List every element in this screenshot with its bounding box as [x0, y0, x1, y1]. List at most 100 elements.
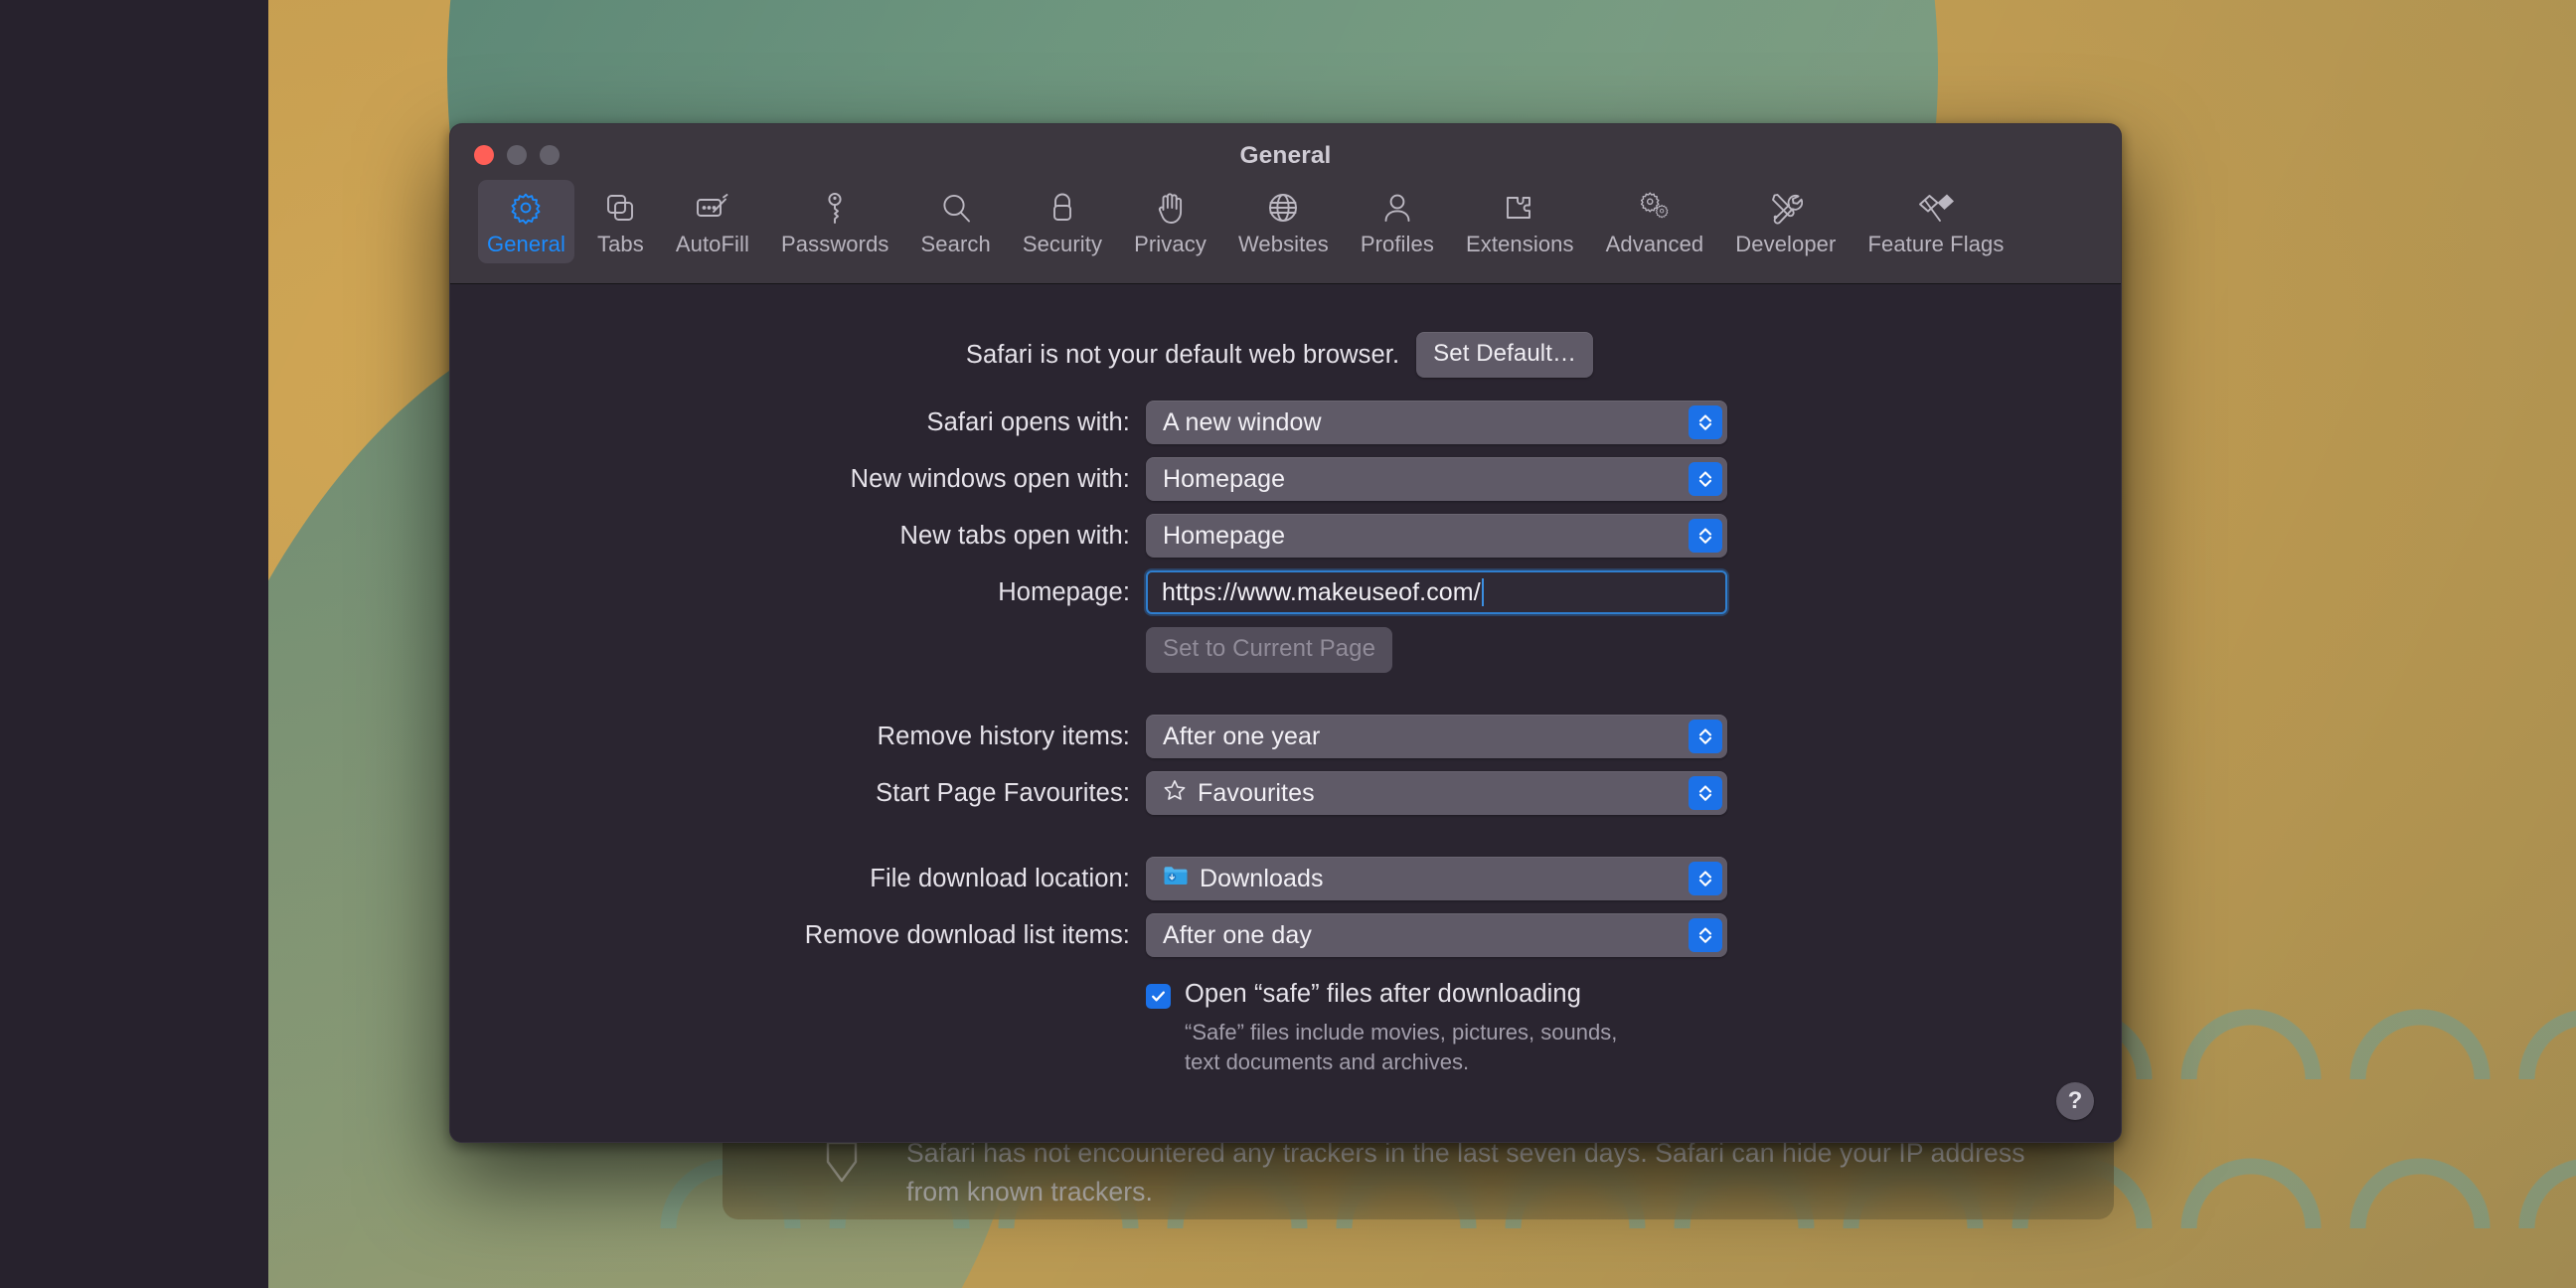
- open-safe-files-checkbox[interactable]: [1146, 984, 1171, 1009]
- globe-icon: [1266, 187, 1300, 229]
- window-title: General: [1239, 142, 1332, 169]
- set-default-button[interactable]: Set Default…: [1416, 332, 1594, 378]
- file-download-location-select[interactable]: Downloads: [1146, 857, 1727, 900]
- tab-tabs[interactable]: Tabs: [588, 180, 653, 263]
- tab-label: Advanced: [1605, 232, 1704, 256]
- row-set-current-page: Set to Current Page: [450, 627, 2121, 673]
- label-spacer: [450, 627, 1146, 673]
- downloads-folder-icon: [1163, 865, 1189, 893]
- chevron-updown-icon[interactable]: [1689, 405, 1722, 439]
- tab-label: Extensions: [1465, 232, 1574, 256]
- row-label: File download location:: [870, 864, 1130, 892]
- chevron-updown-icon[interactable]: [1689, 519, 1722, 553]
- text-caret: [1481, 578, 1484, 606]
- row-safari-opens-with: Safari opens with: A new window: [450, 401, 2121, 444]
- desktop: Safari has not encountered any trackers …: [0, 0, 2576, 1288]
- general-settings-form: Safari opens with: A new window New wind…: [450, 401, 2121, 1078]
- tab-label: Passwords: [781, 232, 889, 256]
- default-browser-message: Safari is not your default web browser.: [965, 340, 1400, 369]
- tab-label: Profiles: [1360, 232, 1434, 256]
- tab-passwords[interactable]: Passwords: [772, 180, 898, 263]
- magnifier-icon: [940, 187, 972, 229]
- select-value: Homepage: [1163, 464, 1286, 493]
- row-label: New windows open with:: [850, 464, 1130, 493]
- tab-privacy[interactable]: Privacy: [1125, 180, 1215, 263]
- tab-feature-flags[interactable]: Feature Flags: [1858, 180, 2012, 263]
- key-icon: [823, 187, 847, 229]
- row-remove-history-items: Remove history items: After one year: [450, 715, 2121, 758]
- tab-label: Security: [1022, 232, 1103, 256]
- tab-general[interactable]: General: [478, 180, 574, 263]
- safe-files-help-line-1: “Safe” files include movies, pictures, s…: [1185, 1020, 1618, 1045]
- tools-icon: [1769, 187, 1803, 229]
- gears-icon: [1637, 187, 1673, 229]
- row-label: New tabs open with:: [899, 521, 1130, 550]
- select-value: A new window: [1163, 407, 1322, 436]
- new-tabs-open-with-select[interactable]: Homepage: [1146, 514, 1727, 558]
- tab-developer[interactable]: Developer: [1726, 180, 1845, 263]
- window-toolbar: General General Tabs AutoFill Passwords …: [450, 124, 2121, 284]
- row-new-windows-open-with: New windows open with: Homepage: [450, 457, 2121, 501]
- help-button[interactable]: ?: [2056, 1082, 2094, 1120]
- open-safe-files-label: Open “safe” files after downloading: [1185, 980, 1581, 1008]
- row-label: Start Page Favourites:: [876, 778, 1130, 807]
- select-value: After one year: [1163, 722, 1321, 750]
- safari-settings-window[interactable]: General General Tabs AutoFill Passwords …: [449, 123, 2122, 1143]
- new-windows-open-with-select[interactable]: Homepage: [1146, 457, 1727, 501]
- row-open-safe-files: Open “safe” files after downloading “Saf…: [450, 980, 2121, 1078]
- row-label: Safari opens with:: [926, 407, 1130, 436]
- safe-files-help-text: “Safe” files include movies, pictures, s…: [1185, 1018, 1617, 1078]
- set-to-current-page-button[interactable]: Set to Current Page: [1146, 627, 1393, 673]
- remove-history-items-select[interactable]: After one year: [1146, 715, 1727, 758]
- puzzle-icon: [1503, 187, 1536, 229]
- settings-tab-bar: General Tabs AutoFill Passwords Search S…: [474, 180, 2105, 263]
- tab-label: Search: [920, 232, 991, 256]
- person-icon: [1382, 187, 1412, 229]
- tab-profiles[interactable]: Profiles: [1352, 180, 1443, 263]
- tab-websites[interactable]: Websites: [1229, 180, 1338, 263]
- chevron-updown-icon[interactable]: [1689, 462, 1722, 496]
- autofill-icon: [695, 187, 730, 229]
- tab-extensions[interactable]: Extensions: [1457, 180, 1583, 263]
- tab-label: Privacy: [1134, 232, 1207, 256]
- settings-content-panel: Safari is not your default web browser. …: [450, 284, 2121, 1142]
- chevron-updown-icon[interactable]: [1689, 776, 1722, 810]
- chevron-updown-icon[interactable]: [1689, 862, 1722, 895]
- row-start-page-favourites: Start Page Favourites: Favourites: [450, 771, 2121, 815]
- shield-icon: [826, 1141, 858, 1183]
- row-file-download-location: File download location: Downloads: [450, 857, 2121, 900]
- homepage-input[interactable]: https://www.makeuseof.com/: [1146, 570, 1727, 614]
- row-label: Homepage:: [998, 577, 1130, 606]
- tab-security[interactable]: Security: [1014, 180, 1111, 263]
- star-icon: [1163, 778, 1187, 809]
- row-label: Remove download list items:: [804, 920, 1130, 949]
- tab-search[interactable]: Search: [912, 180, 1000, 263]
- select-value: Homepage: [1163, 521, 1286, 550]
- privacy-report-text: Safari has not encountered any trackers …: [906, 1138, 2025, 1207]
- start-page-favourites-select[interactable]: Favourites: [1146, 771, 1727, 815]
- flags-icon: [1916, 187, 1956, 229]
- tab-autofill[interactable]: AutoFill: [667, 180, 758, 263]
- label-spacer: [450, 980, 1146, 1078]
- select-value: After one day: [1163, 920, 1313, 949]
- tab-label: Feature Flags: [1867, 232, 2005, 256]
- safari-opens-with-select[interactable]: A new window: [1146, 401, 1727, 444]
- safe-files-help-line-2: text documents and archives.: [1185, 1049, 1470, 1075]
- tab-label: Websites: [1237, 232, 1329, 256]
- tab-advanced[interactable]: Advanced: [1597, 180, 1713, 263]
- default-browser-row: Safari is not your default web browser. …: [450, 284, 2121, 378]
- lock-icon: [1049, 187, 1075, 229]
- open-safe-files-checkbox-group[interactable]: Open “safe” files after downloading “Saf…: [1146, 980, 1617, 1078]
- row-label: Remove history items:: [877, 722, 1130, 750]
- tab-label: Developer: [1735, 232, 1837, 256]
- row-homepage: Homepage: https://www.makeuseof.com/: [450, 570, 2121, 614]
- tab-label: General: [487, 232, 565, 256]
- remove-download-list-items-select[interactable]: After one day: [1146, 913, 1727, 957]
- tabs-icon: [604, 187, 636, 229]
- chevron-updown-icon[interactable]: [1689, 918, 1722, 952]
- select-value: Downloads: [1200, 864, 1324, 892]
- row-new-tabs-open-with: New tabs open with: Homepage: [450, 514, 2121, 558]
- chevron-updown-icon[interactable]: [1689, 720, 1722, 753]
